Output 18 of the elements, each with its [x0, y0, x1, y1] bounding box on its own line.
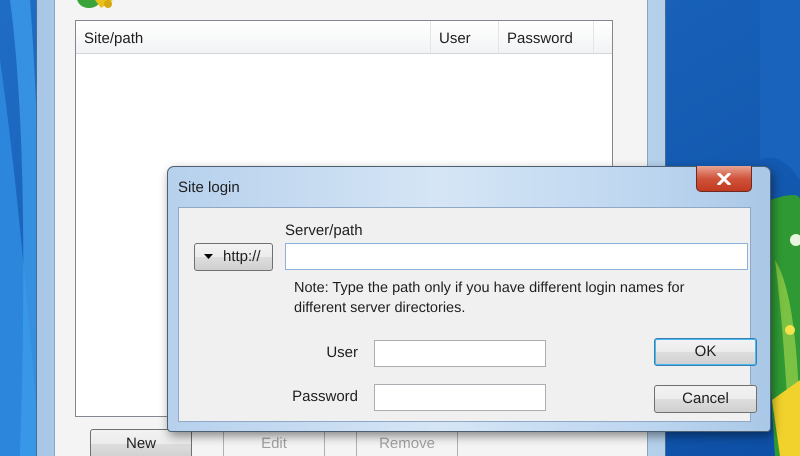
dialog-button[interactable]: Cancel — [654, 384, 757, 412]
input-field[interactable] — [374, 384, 546, 410]
field-label: User — [325, 342, 358, 363]
note-text: Note: Type the path only if you have different login names for different server directories. — [293, 278, 686, 318]
close-icon — [717, 172, 731, 184]
field-label: Password — [291, 386, 358, 407]
dropdown-caret-icon — [204, 254, 213, 259]
input-field[interactable] — [374, 340, 546, 366]
column-header[interactable]: Password — [499, 21, 594, 53]
dialog-button[interactable]: OK — [654, 338, 757, 366]
action-button[interactable]: New — [90, 429, 192, 456]
server-path-field[interactable] — [285, 242, 748, 270]
column-header[interactable]: User — [431, 21, 499, 53]
column-header[interactable]: Site/path — [76, 21, 431, 53]
close-button[interactable] — [696, 166, 752, 192]
server-path-label: Server/path — [285, 221, 364, 241]
window-title: Site login — [178, 178, 240, 198]
protocol-button[interactable]: http:// — [194, 242, 273, 270]
